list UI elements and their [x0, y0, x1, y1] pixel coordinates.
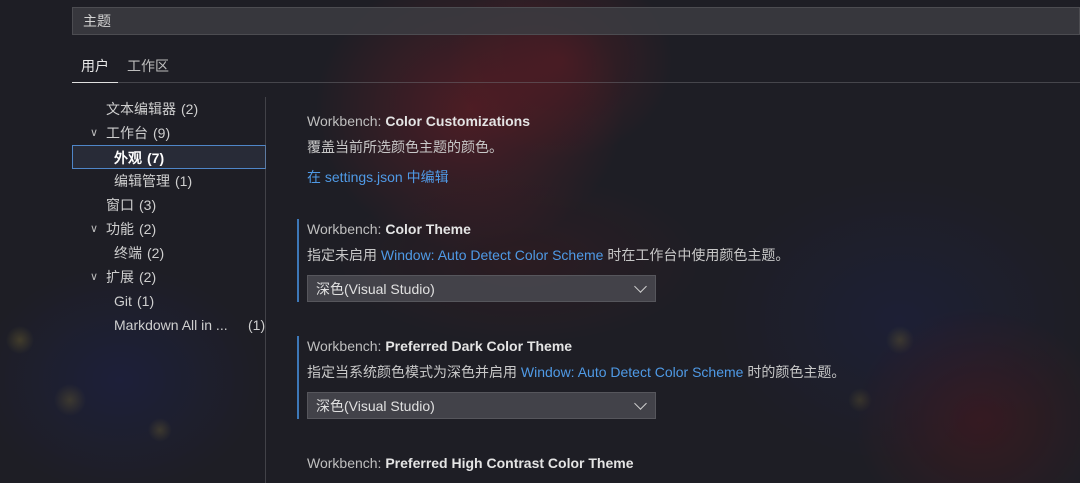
setting-color-theme: Workbench: Color Theme 指定未启用 Window: Aut…	[297, 219, 1067, 302]
toc-divider	[265, 97, 266, 483]
toc-item[interactable]: 编辑管理 (1)	[72, 169, 266, 193]
toc-item-label: 编辑管理	[114, 173, 170, 189]
toc-item-count: (1)	[175, 173, 193, 189]
toc-item[interactable]: Git (1)	[72, 289, 266, 313]
toc-item[interactable]: 终端 (2)	[72, 241, 266, 265]
toc-item-count: (2)	[139, 269, 157, 285]
toc-item[interactable]: ∨ 工作台 (9)	[72, 121, 266, 145]
setting-title: Workbench: Preferred High Contrast Color…	[307, 455, 634, 471]
toc-item-label: 终端	[114, 245, 142, 261]
toc-item-label: 扩展	[106, 269, 134, 285]
toc-item-count: (2)	[139, 221, 157, 237]
color-theme-select[interactable]: 深色(Visual Studio)	[307, 275, 656, 302]
chevron-down-icon[interactable]: ∨	[88, 121, 100, 145]
setting-color-customizations: Workbench: Color Customizations 覆盖当前所选颜色…	[297, 111, 1067, 187]
toc-item-label: 文本编辑器	[106, 101, 176, 117]
toc-item-label: 工作台	[106, 125, 148, 141]
settings-search-bar[interactable]	[72, 7, 1080, 35]
toc-item[interactable]: ∨ 功能 (2)	[72, 217, 266, 241]
toc-item-count: (9)	[153, 125, 171, 141]
settings-toc: 文本编辑器 (2) ∨ 工作台 (9) 外观 (7) 编辑管理 (1) 窗口 (3) ∨ 功能 (2) 终端…	[72, 97, 266, 337]
settings-scope-tabs: 用户 工作区	[72, 50, 1080, 83]
auto-detect-color-scheme-link[interactable]: Window: Auto Detect Color Scheme	[521, 364, 744, 380]
toc-item-label: 功能	[106, 221, 134, 237]
toc-item-count: (1)	[248, 317, 266, 333]
chevron-down-icon	[634, 280, 647, 293]
settings-search-input[interactable]	[81, 12, 1079, 30]
setting-description: 指定未启用 Window: Auto Detect Color Scheme 时…	[307, 247, 790, 263]
chevron-down-icon[interactable]: ∨	[88, 265, 100, 289]
toc-item-count: (2)	[181, 101, 199, 117]
preferred-dark-theme-select[interactable]: 深色(Visual Studio)	[307, 392, 656, 419]
toc-item[interactable]: ∨ 扩展 (2)	[72, 265, 266, 289]
setting-preferred-high-contrast-theme: Workbench: Preferred High Contrast Color…	[297, 453, 1067, 473]
tab-user[interactable]: 用户	[72, 50, 118, 83]
toc-item[interactable]: 窗口 (3)	[72, 193, 266, 217]
setting-preferred-dark-color-theme: Workbench: Preferred Dark Color Theme 指定…	[297, 336, 1067, 419]
toc-item-label: Markdown All in ...	[114, 317, 228, 333]
toc-item-label: Git	[114, 293, 132, 309]
setting-title: Workbench: Color Customizations	[307, 113, 531, 129]
setting-description: 覆盖当前所选颜色主题的颜色。	[307, 139, 503, 155]
chevron-down-icon[interactable]: ∨	[88, 217, 100, 241]
tab-workspace[interactable]: 工作区	[118, 50, 178, 82]
toc-item[interactable]: 外观 (7)	[72, 145, 266, 169]
toc-item-count: (7)	[147, 150, 165, 166]
edit-in-settings-json-link[interactable]: 在 settings.json 中编辑	[307, 167, 1067, 187]
chevron-down-icon	[634, 397, 647, 410]
toc-item[interactable]: 文本编辑器 (2)	[72, 97, 266, 121]
toc-item-label: 窗口	[106, 197, 134, 213]
setting-title: Workbench: Preferred Dark Color Theme	[307, 338, 573, 354]
toc-item-count: (1)	[137, 293, 155, 309]
setting-description: 指定当系统颜色模式为深色并启用 Window: Auto Detect Colo…	[307, 364, 846, 380]
toc-item-label: 外观	[114, 150, 142, 166]
setting-title: Workbench: Color Theme	[307, 221, 471, 237]
toc-item-count: (3)	[139, 197, 157, 213]
toc-item[interactable]: Markdown All in ... (1)	[72, 313, 266, 337]
toc-item-count: (2)	[147, 245, 165, 261]
auto-detect-color-scheme-link[interactable]: Window: Auto Detect Color Scheme	[381, 247, 604, 263]
